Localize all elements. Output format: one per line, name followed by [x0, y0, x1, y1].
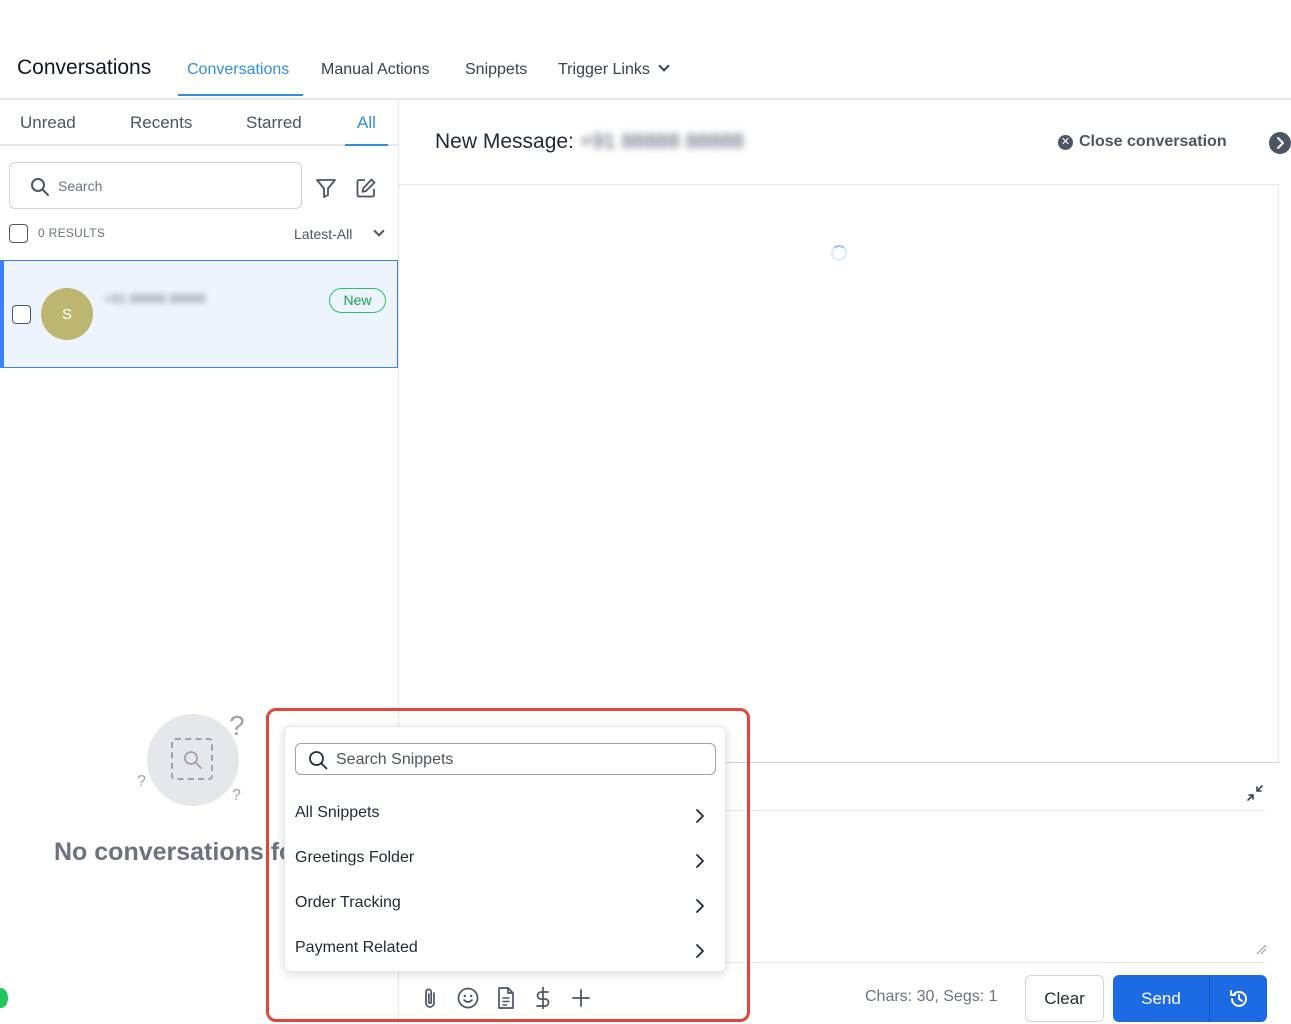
conversation-name: +91 88888 88888 — [104, 291, 206, 306]
tab-trigger-links-label: Trigger Links — [558, 61, 650, 78]
snippet-folder-order-tracking[interactable]: Order Tracking — [295, 894, 715, 924]
message-title-number: +91 88888 88888 — [579, 130, 744, 153]
status-badge: New — [329, 288, 386, 313]
chevron-down-icon[interactable] — [373, 225, 385, 237]
tab-snippets[interactable]: Snippets — [465, 61, 527, 79]
results-count: 0 RESULTS — [38, 226, 106, 240]
subtab-starred[interactable]: Starred — [246, 113, 302, 133]
snippet-folder-label: All Snippets — [295, 804, 380, 821]
app-title: Conversations — [17, 56, 152, 79]
chevron-right-icon — [1277, 137, 1284, 149]
active-tab-indicator — [178, 94, 303, 96]
close-icon: ✕ — [1058, 134, 1073, 150]
subtab-recents[interactable]: Recents — [130, 113, 192, 133]
subtab-all[interactable]: All — [357, 113, 376, 133]
snippet-search-input[interactable]: Search Snippets — [295, 743, 716, 775]
tab-conversations[interactable]: Conversations — [187, 61, 289, 79]
empty-state-text: No conversations fo — [54, 838, 295, 866]
search-placeholder: Search — [58, 178, 103, 194]
expand-panel-button[interactable] — [1269, 132, 1291, 154]
compose-icon[interactable] — [355, 177, 377, 199]
subtab-unread[interactable]: Unread — [20, 113, 76, 133]
divider — [725, 810, 1265, 811]
tab-manual-actions[interactable]: Manual Actions — [321, 61, 430, 79]
tab-trigger-links[interactable]: Trigger Links — [558, 60, 670, 79]
divider — [725, 962, 1265, 963]
magnifier-icon — [184, 751, 202, 769]
top-nav: Conversations Conversations Manual Actio… — [0, 0, 1291, 100]
conversation-item[interactable]: S +91 88888 88888 New — [0, 260, 398, 368]
select-all-checkbox[interactable] — [9, 224, 28, 243]
active-subtab-indicator — [345, 144, 388, 146]
snippet-folder-all[interactable]: All Snippets — [295, 804, 715, 834]
conversation-checkbox[interactable] — [12, 305, 31, 324]
clear-button[interactable]: Clear — [1025, 975, 1104, 1022]
chevron-right-icon — [696, 944, 704, 958]
message-title: New Message: +91 88888 88888 — [435, 130, 744, 154]
collapse-icon[interactable] — [1245, 783, 1265, 803]
chevron-down-icon — [658, 60, 670, 72]
message-title-prefix: New Message: — [435, 130, 574, 153]
empty-frame-icon — [171, 738, 213, 780]
snippet-search-placeholder: Search Snippets — [336, 751, 454, 768]
char-count: Chars: 30, Segs: 1 — [865, 988, 998, 1005]
question-mark-icon: ? — [229, 710, 245, 741]
snippet-folder-label: Order Tracking — [295, 894, 401, 911]
chevron-right-icon — [696, 899, 704, 913]
chevron-right-icon — [696, 809, 704, 823]
search-icon — [31, 178, 49, 196]
avatar: S — [41, 288, 93, 340]
resize-handle-icon[interactable] — [1255, 943, 1267, 955]
chevron-right-icon — [696, 854, 704, 868]
search-input[interactable]: Search — [9, 162, 302, 209]
filter-icon[interactable] — [315, 177, 337, 199]
loading-spinner-icon — [831, 245, 847, 261]
snippets-popover: Search Snippets All Snippets Greetings F… — [284, 726, 726, 972]
close-conversation-button[interactable]: ✕ Close conversation — [1058, 133, 1227, 151]
divider — [0, 144, 398, 146]
empty-state-illustration — [147, 714, 239, 806]
snippet-folder-label: Payment Related — [295, 939, 418, 956]
message-thread — [399, 184, 1279, 764]
close-conversation-label: Close conversation — [1079, 133, 1227, 150]
schedule-send-button[interactable] — [1210, 975, 1267, 1022]
question-mark-icon: ? — [232, 787, 241, 804]
question-mark-icon: ? — [137, 773, 146, 790]
search-icon — [309, 751, 328, 770]
snippet-folder-label: Greetings Folder — [295, 849, 415, 866]
sort-dropdown[interactable]: Latest-All — [294, 226, 352, 242]
send-button-group: Send — [1113, 975, 1267, 1022]
send-button[interactable]: Send — [1113, 975, 1209, 1022]
snippet-folder-greetings[interactable]: Greetings Folder — [295, 849, 715, 879]
clock-icon — [1229, 989, 1247, 1007]
snippet-folder-payment[interactable]: Payment Related — [295, 939, 715, 969]
